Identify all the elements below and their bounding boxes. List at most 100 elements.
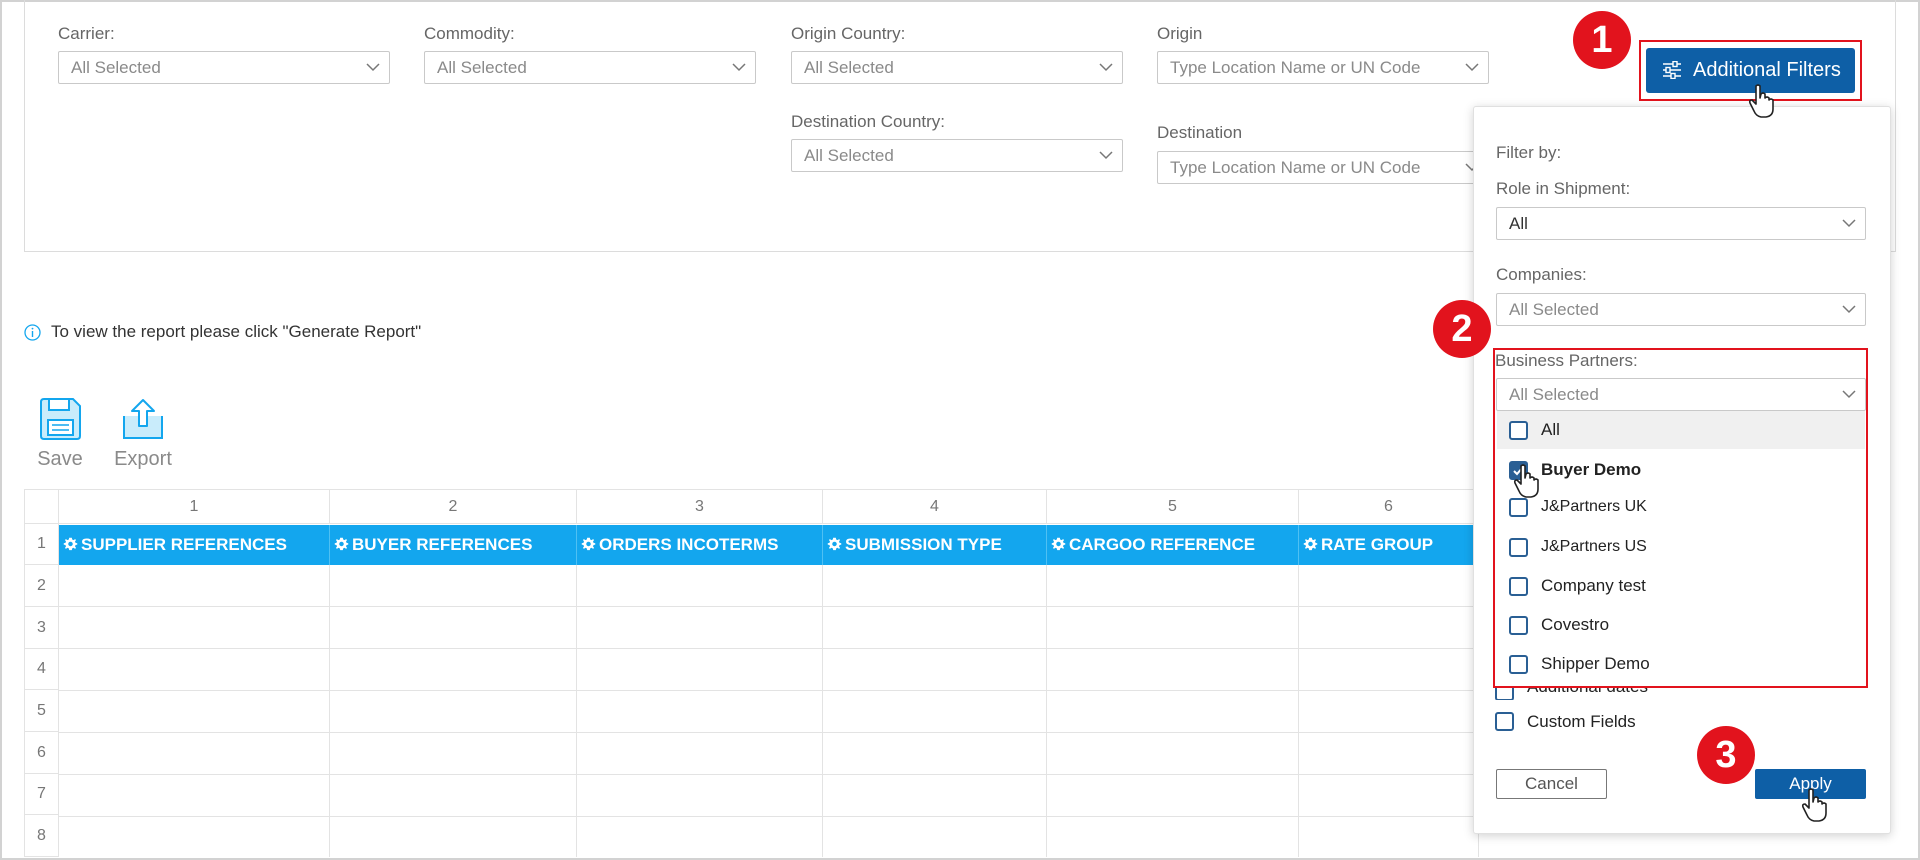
column-number[interactable]: 2 (330, 489, 577, 524)
destination-country-value: All Selected (804, 146, 894, 165)
checkbox[interactable] (1509, 655, 1528, 674)
chevron-down-icon (1465, 63, 1479, 72)
additional-dates-option[interactable]: Additional dates (1495, 688, 1648, 700)
destination-country-label: Destination Country: (791, 112, 946, 131)
column-header-label: SUPPLIER REFERENCES (81, 535, 287, 554)
business-partner-option[interactable]: J&Partners US (1497, 528, 1865, 566)
option-label: All (1541, 420, 1560, 439)
business-partner-option[interactable]: Covestro (1497, 606, 1865, 644)
column-header-label: BUYER REFERENCES (352, 535, 533, 554)
gear-icon (581, 537, 596, 551)
checkbox[interactable] (1509, 421, 1528, 440)
origin-label: Origin (1157, 24, 1203, 43)
row-number[interactable]: 5 (24, 690, 59, 732)
checkbox[interactable] (1509, 538, 1528, 557)
row-number[interactable]: 8 (24, 815, 59, 857)
business-partners-select[interactable]: All Selected (1496, 378, 1866, 411)
companies-label: Companies: (1496, 265, 1587, 284)
hand-cursor-icon (1748, 84, 1774, 118)
column-header[interactable]: BUYER REFERENCES (330, 525, 577, 565)
companies-select[interactable]: All Selected (1496, 293, 1866, 326)
carrier-value: All Selected (71, 58, 161, 77)
column-header-label: SUBMISSION TYPE (845, 535, 1002, 554)
checkbox[interactable] (1509, 498, 1528, 517)
step-badge-3: 3 (1697, 726, 1755, 784)
grid-body (59, 565, 1479, 857)
column-header[interactable]: RATE GROUP (1299, 525, 1479, 565)
column-header[interactable]: SUPPLIER REFERENCES (59, 525, 330, 565)
business-partner-option[interactable]: All (1497, 411, 1865, 449)
business-partner-option[interactable]: J&Partners UK (1497, 488, 1865, 526)
origin-country-label: Origin Country: (791, 24, 906, 43)
info-text: To view the report please click "Generat… (51, 322, 422, 341)
row-number[interactable]: 6 (24, 732, 59, 774)
business-partner-option[interactable]: Shipper Demo (1497, 645, 1865, 683)
origin-placeholder: Type Location Name or UN Code (1170, 58, 1421, 77)
commodity-label: Commodity: (424, 24, 515, 43)
export-label: Export (114, 448, 172, 470)
step-badge-1: 1 (1573, 11, 1631, 69)
column-number[interactable]: 5 (1047, 489, 1299, 524)
save-label: Save (37, 448, 83, 470)
checkbox[interactable] (1495, 712, 1514, 731)
export-button[interactable]: Export (112, 396, 174, 471)
column-header-label: ORDERS INCOTERMS (599, 535, 779, 554)
option-label: Custom Fields (1527, 712, 1636, 731)
role-select[interactable]: All (1496, 207, 1866, 240)
role-label: Role in Shipment: (1496, 179, 1631, 198)
export-icon (123, 399, 163, 439)
hand-cursor-icon (1513, 464, 1539, 498)
save-button[interactable]: Save (34, 396, 86, 471)
checkbox[interactable] (1509, 577, 1528, 596)
option-label: Company test (1541, 576, 1646, 595)
option-label: J&Partners UK (1541, 498, 1647, 515)
custom-fields-option[interactable]: Custom Fields (1495, 709, 1636, 735)
column-number[interactable]: 1 (59, 489, 330, 524)
chevron-down-icon (366, 63, 380, 72)
origin-input[interactable]: Type Location Name or UN Code (1157, 51, 1489, 84)
destination-placeholder: Type Location Name or UN Code (1170, 158, 1421, 177)
business-partner-option[interactable]: Buyer Demo (1497, 451, 1865, 489)
chevron-down-icon (1842, 390, 1856, 399)
destination-input[interactable]: Type Location Name or UN Code (1157, 151, 1489, 184)
column-header[interactable]: CARGOO REFERENCE (1047, 525, 1299, 565)
filter-by-label: Filter by: (1496, 143, 1562, 162)
hand-cursor-icon (1801, 788, 1827, 822)
column-header-label: RATE GROUP (1321, 535, 1434, 554)
role-value: All (1509, 214, 1528, 233)
step-badge-2: 2 (1433, 300, 1491, 358)
chevron-down-icon (1842, 305, 1856, 314)
row-number[interactable]: 4 (24, 649, 59, 690)
row-number[interactable]: 7 (24, 774, 59, 815)
option-label: Shipper Demo (1541, 654, 1650, 673)
commodity-select[interactable]: All Selected (424, 51, 756, 84)
companies-value: All Selected (1509, 300, 1599, 319)
info-message: To view the report please click "Generat… (24, 322, 421, 342)
row-number[interactable]: 1 (24, 524, 59, 565)
gear-icon (1303, 537, 1318, 551)
business-partners-value: All Selected (1509, 385, 1599, 404)
business-partner-option[interactable]: Company test (1497, 567, 1865, 605)
destination-country-select[interactable]: All Selected (791, 139, 1123, 172)
option-label: Additional dates (1527, 688, 1648, 696)
carrier-select[interactable]: All Selected (58, 51, 390, 84)
business-partners-label: Business Partners: (1495, 351, 1638, 370)
chevron-down-icon (1842, 219, 1856, 228)
origin-country-select[interactable]: All Selected (791, 51, 1123, 84)
save-icon (40, 398, 81, 440)
row-number[interactable]: 2 (24, 565, 59, 607)
checkbox[interactable] (1509, 616, 1528, 635)
column-number[interactable]: 3 (577, 489, 823, 524)
column-header[interactable]: SUBMISSION TYPE (823, 525, 1047, 565)
option-label: J&Partners US (1541, 538, 1647, 555)
cancel-button[interactable]: Cancel (1496, 769, 1607, 799)
destination-label: Destination (1157, 123, 1243, 142)
commodity-value: All Selected (437, 58, 527, 77)
column-number[interactable]: 4 (823, 489, 1047, 524)
info-icon (24, 323, 41, 341)
checkbox[interactable] (1495, 688, 1514, 700)
column-header[interactable]: ORDERS INCOTERMS (577, 525, 823, 565)
row-number[interactable]: 3 (24, 607, 59, 649)
column-number[interactable]: 6 (1299, 489, 1479, 524)
chevron-down-icon (1099, 151, 1113, 160)
